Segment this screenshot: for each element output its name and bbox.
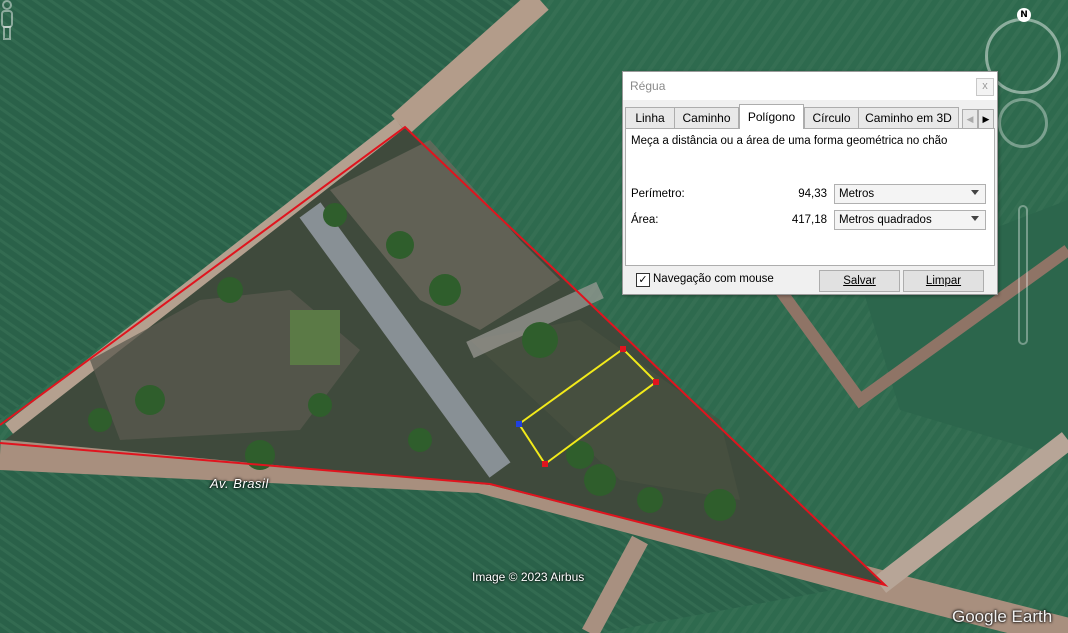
look-joystick[interactable] (998, 98, 1048, 148)
tab-caminho[interactable]: Caminho (674, 107, 739, 128)
area-unit: Metros quadrados (839, 214, 932, 226)
measure-vertex[interactable] (542, 461, 548, 467)
area-unit-select[interactable]: Metros quadrados (834, 210, 986, 230)
area-label: Área: (631, 214, 659, 226)
mouse-navigation-checkbox[interactable]: ✓ (636, 273, 650, 287)
save-button[interactable]: Salvar (819, 270, 900, 292)
perimeter-value: 94,33 (798, 188, 827, 200)
perimeter-unit: Metros (839, 188, 875, 200)
dialog-title: Régua (630, 79, 666, 93)
area-value: 417,18 (791, 214, 827, 226)
google-earth-logo: Google Earth (952, 607, 1053, 626)
ruler-dialog[interactable]: Régua x Linha Caminho Polígono Círculo C… (622, 71, 998, 295)
perimeter-label: Perímetro: (631, 188, 685, 200)
close-icon[interactable]: x (976, 78, 994, 96)
measure-vertex[interactable] (653, 379, 659, 385)
tab-caminho-3d[interactable]: Caminho em 3D (858, 107, 959, 128)
zoom-slider[interactable] (1018, 205, 1028, 345)
tab-linha[interactable]: Linha (625, 107, 675, 128)
dialog-titlebar[interactable]: Régua x (623, 72, 997, 100)
north-icon[interactable]: N (1017, 8, 1031, 22)
tab-bar: Linha Caminho Polígono Círculo Caminho e… (623, 104, 997, 129)
polygon-panel: Meça a distância ou a área de uma forma … (625, 128, 995, 266)
tab-scroll-right-icon[interactable]: ▶ (978, 109, 994, 129)
measure-vertex[interactable] (620, 346, 626, 352)
save-button-label: Salvar (843, 275, 876, 287)
clear-button[interactable]: Limpar (903, 270, 984, 292)
street-view-person-icon[interactable] (0, 0, 14, 40)
chevron-down-icon (971, 216, 979, 221)
yard-grass (290, 310, 340, 365)
street-label: Av. Brasil (210, 476, 269, 491)
perimeter-unit-select[interactable]: Metros (834, 184, 986, 204)
panel-description: Meça a distância ou a área de uma forma … (631, 135, 948, 147)
measure-vertex[interactable] (516, 421, 522, 427)
clear-button-label: Limpar (925, 275, 962, 287)
tab-circulo[interactable]: Círculo (804, 107, 859, 128)
imagery-credit: Image © 2023 Airbus (472, 570, 585, 584)
mouse-navigation-label[interactable]: Navegação com mouse (653, 273, 774, 285)
chevron-down-icon (971, 190, 979, 195)
tab-poligono[interactable]: Polígono (739, 104, 804, 129)
tab-scroll-left-icon[interactable]: ◀ (962, 109, 978, 129)
